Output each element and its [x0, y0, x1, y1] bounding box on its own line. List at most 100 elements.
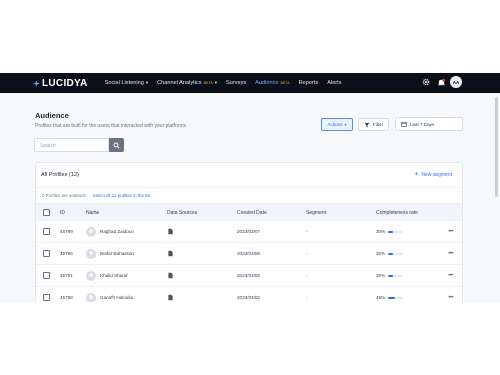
segment-value: -	[306, 229, 308, 234]
completeness-value: 30%	[376, 273, 386, 278]
document-source-icon	[168, 228, 173, 234]
selection-status: 0 Profiles are selected.	[42, 193, 87, 198]
created-date: 2023/03/07	[237, 229, 260, 234]
header-created-date[interactable]: Created Date	[237, 210, 267, 216]
select-all-link[interactable]: Select all 12 profiles in the list	[93, 193, 151, 198]
nav-label: Audience	[255, 80, 279, 86]
actions-label: Actions	[327, 122, 343, 127]
nav-label: Channel Analytics	[157, 80, 202, 86]
avatar	[86, 226, 96, 237]
nav-reports[interactable]: Reports	[299, 80, 319, 86]
profile-name: Bedar Bahassan	[100, 251, 134, 256]
app-window: LUCIDYA Social Listening ▾ Channel Analy…	[0, 73, 500, 302]
search-input[interactable]: Search	[34, 138, 109, 152]
row-checkbox[interactable]	[43, 250, 50, 257]
completeness-cell: 45%	[376, 295, 404, 300]
select-all-checkbox[interactable]	[43, 209, 50, 216]
profiles-card: All Profiles (12) + New segment 0 Profil…	[35, 162, 463, 302]
chevron-down-icon: ▾	[145, 80, 149, 85]
beta-badge: BETA	[203, 81, 213, 85]
search-icon	[113, 141, 120, 149]
header-completeness[interactable]: Completeness rate	[376, 210, 418, 216]
selection-bar: 0 Profiles are selected. Select all 12 p…	[36, 187, 462, 204]
new-segment-label: New segment	[421, 171, 452, 178]
table-row[interactable]: 45791 Khalid Sharaf 2023/03/05 - 30% •••	[36, 265, 462, 287]
chevron-down-icon: ▾	[344, 122, 347, 127]
completeness-bar	[388, 252, 404, 255]
date-range-picker[interactable]: Last 7 Days	[395, 117, 463, 131]
profile-name: Khalid Sharaf	[100, 273, 128, 278]
completeness-value: 45%	[376, 295, 386, 300]
filter-icon	[364, 122, 370, 127]
nav-channel-analytics[interactable]: Channel Analytics BETA ▾	[157, 80, 217, 86]
header-id[interactable]: ID	[60, 210, 65, 216]
row-checkbox[interactable]	[43, 228, 50, 235]
data-source-cell	[167, 272, 174, 280]
settings-gear-icon[interactable]	[420, 76, 432, 88]
completeness-cell: 30%	[376, 251, 404, 256]
screenshot-frame: LUCIDYA Social Listening ▾ Channel Analy…	[0, 0, 500, 375]
nav-label: Surveys	[225, 80, 247, 86]
profile-name-cell[interactable]: Ganofh Halouka	[86, 292, 134, 302]
date-range-label: Last 7 Days	[410, 121, 435, 127]
profile-id: 45788	[60, 295, 73, 300]
top-navbar: LUCIDYA Social Listening ▾ Channel Analy…	[0, 73, 500, 93]
completeness-bar-fill	[388, 296, 395, 299]
completeness-bar-fill	[388, 252, 393, 255]
more-options-icon[interactable]: •••	[448, 295, 453, 301]
beta-badge: BETA	[280, 81, 290, 85]
profile-name-cell[interactable]: Raghad Zaidoun	[86, 226, 134, 237]
completeness-bar	[388, 296, 404, 299]
nav-social-listening[interactable]: Social Listening ▾	[105, 80, 148, 86]
completeness-value: 30%	[376, 251, 386, 256]
profile-name-cell[interactable]: Bedar Bahassan	[86, 248, 134, 259]
completeness-cell: 30%	[376, 229, 404, 234]
notification-bell-icon[interactable]	[435, 76, 447, 88]
header-data-sources: Data Sources	[167, 209, 198, 216]
page-scrollbar[interactable]	[495, 97, 498, 197]
segment-value: -	[306, 251, 308, 256]
completeness-cell: 30%	[376, 273, 404, 278]
new-segment-button[interactable]: + New segment	[414, 171, 452, 178]
header-segment: Segment	[306, 209, 327, 216]
more-options-icon[interactable]: •••	[448, 273, 453, 279]
created-date: 2023/03/05	[237, 273, 260, 278]
calendar-icon	[401, 121, 407, 127]
completeness-bar-fill	[388, 274, 393, 277]
bell-icon	[437, 78, 445, 85]
nav-label: Social Listening	[104, 80, 144, 86]
profile-id: 45796	[60, 251, 73, 256]
brand-logo[interactable]: LUCIDYA	[33, 78, 88, 89]
actions-dropdown-button[interactable]: Actions ▾	[321, 118, 353, 131]
filter-button[interactable]: Filter	[358, 118, 389, 131]
table-row[interactable]: 45799 Raghad Zaidoun 2023/03/07 - 30% ••…	[36, 221, 462, 243]
nav-alerts[interactable]: Alerts	[327, 80, 341, 86]
avatar	[86, 248, 96, 259]
table-row[interactable]: 45788 Ganofh Halouka 2023/03/02 - 45% ••…	[36, 287, 462, 302]
table-row[interactable]: 45796 Bedar Bahassan 2023/03/06 - 30% ••…	[36, 243, 462, 265]
completeness-bar	[388, 230, 404, 233]
nav-audience[interactable]: Audience BETA	[255, 80, 289, 86]
completeness-bar-fill	[388, 230, 393, 233]
segment-value: -	[306, 295, 308, 300]
more-options-icon[interactable]: •••	[448, 229, 453, 235]
table-header: ID Name Data Sources Created Date Segmen…	[36, 204, 462, 221]
completeness-value: 30%	[376, 229, 386, 234]
page-subtitle: Profiles that are built for the users th…	[35, 123, 187, 129]
data-source-cell	[167, 228, 174, 236]
nav-label: Reports	[298, 80, 319, 86]
profile-name: Ganofh Halouka	[100, 295, 134, 300]
profile-name-cell[interactable]: Khalid Sharaf	[86, 270, 128, 281]
completeness-bar	[388, 274, 404, 277]
avatar	[86, 270, 96, 281]
more-options-icon[interactable]: •••	[448, 251, 453, 257]
search-button[interactable]	[109, 138, 124, 152]
profiles-count-title: All Profiles (12)	[41, 172, 79, 178]
nav-surveys[interactable]: Surveys	[226, 80, 246, 86]
user-avatar[interactable]: AA	[450, 76, 462, 88]
row-checkbox[interactable]	[43, 294, 50, 301]
document-source-icon	[168, 272, 173, 278]
avatar	[86, 292, 96, 302]
header-name[interactable]: Name	[86, 210, 99, 216]
row-checkbox[interactable]	[43, 272, 50, 279]
